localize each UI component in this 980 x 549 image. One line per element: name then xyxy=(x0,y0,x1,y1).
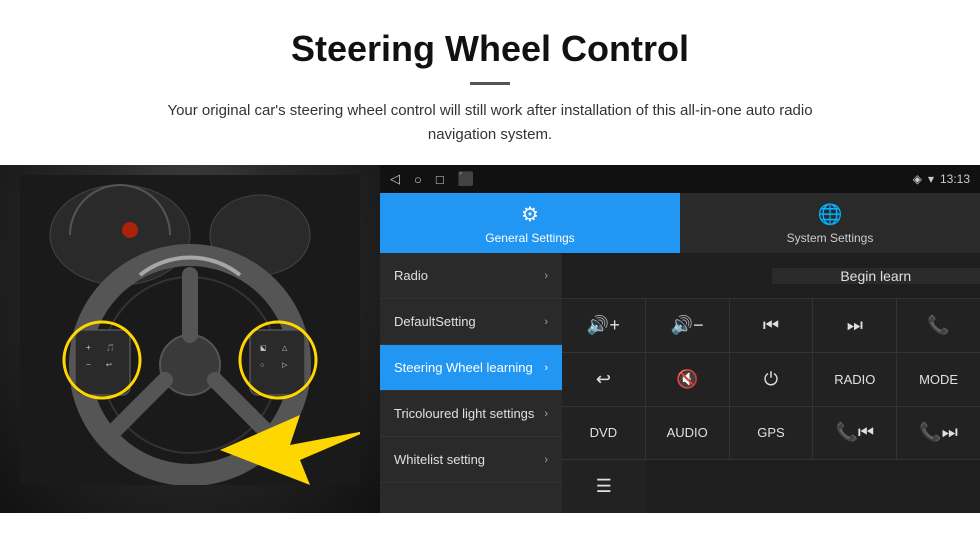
phone-next-icon: 📞⏭ xyxy=(919,422,958,443)
page-header: Steering Wheel Control Your original car… xyxy=(0,0,980,165)
recents-icon: □ xyxy=(436,172,444,187)
phone-next-button[interactable]: 📞⏭ xyxy=(897,407,980,460)
audio-label: AUDIO xyxy=(667,425,708,440)
prev-track-icon: ⏮ xyxy=(763,315,779,336)
menu-item-radio[interactable]: Radio › xyxy=(380,253,562,299)
power-button[interactable]: ⏻ xyxy=(730,353,814,406)
header-divider xyxy=(470,82,510,85)
radio-label: RADIO xyxy=(834,372,875,387)
ctrl-row-1: 🔊+ 🔊− ⏮ ⏭ 📞 xyxy=(562,299,980,353)
back-icon: ◁ xyxy=(390,171,400,187)
content-area: Radio › DefaultSetting › Steering Wheel … xyxy=(380,253,980,513)
header-subtitle: Your original car's steering wheel contr… xyxy=(150,99,830,147)
begin-learn-label: Begin learn xyxy=(840,268,911,284)
ctrl-row-4: ☰ xyxy=(562,460,980,513)
dvd-label: DVD xyxy=(590,425,617,440)
mode-button[interactable]: MODE xyxy=(897,353,980,406)
page-title: Steering Wheel Control xyxy=(40,28,940,70)
svg-text:−: − xyxy=(86,360,91,369)
phone-icon: 📞 xyxy=(927,315,949,336)
ctrl-row-2: ↩ 🔇 ⏻ RADIO MODE xyxy=(562,353,980,407)
tab-general-label: General Settings xyxy=(485,231,574,245)
radio-button[interactable]: RADIO xyxy=(813,353,897,406)
main-content: + 🎵 − ↩ ⬕ △ ○ ▷ xyxy=(0,165,980,513)
menu-item-whitelist[interactable]: Whitelist setting › xyxy=(380,437,562,483)
menu-item-radio-label: Radio xyxy=(394,268,544,283)
list-button[interactable]: ☰ xyxy=(562,460,646,513)
list-icon: ☰ xyxy=(596,476,612,497)
status-bar-left: ◁ ○ □ ⬛ xyxy=(390,171,474,187)
vol-up-icon: 🔊+ xyxy=(587,315,620,336)
svg-text:▷: ▷ xyxy=(282,362,288,369)
empty-row-4 xyxy=(646,460,980,513)
mode-label: MODE xyxy=(919,372,958,387)
chevron-icon: › xyxy=(544,270,548,282)
ctrl-row-3: DVD AUDIO GPS 📞⏮ 📞⏭ xyxy=(562,407,980,461)
general-settings-icon: ⚙ xyxy=(521,202,539,227)
home-icon: ○ xyxy=(414,172,422,187)
mute-button[interactable]: 🔇 xyxy=(646,353,730,406)
steering-wheel-image: + 🎵 − ↩ ⬕ △ ○ ▷ xyxy=(0,165,380,513)
vol-down-button[interactable]: 🔊− xyxy=(646,299,730,352)
menu-item-default-setting[interactable]: DefaultSetting › xyxy=(380,299,562,345)
menu-item-default-label: DefaultSetting xyxy=(394,314,544,329)
status-bar-right: ◈ ▾ 13:13 xyxy=(913,172,970,186)
mute-icon: 🔇 xyxy=(676,369,698,390)
menu-item-tricoloured[interactable]: Tricoloured light settings › xyxy=(380,391,562,437)
svg-text:+: + xyxy=(86,343,91,352)
chevron-icon: › xyxy=(544,408,548,420)
steering-wheel-svg: + 🎵 − ↩ ⬕ △ ○ ▷ xyxy=(20,175,360,485)
vol-up-button[interactable]: 🔊+ xyxy=(562,299,646,352)
phone-button[interactable]: 📞 xyxy=(897,299,980,352)
vol-down-icon: 🔊− xyxy=(671,315,704,336)
tab-system-label: System Settings xyxy=(787,231,874,245)
tab-system-settings[interactable]: 🌐 System Settings xyxy=(680,193,980,253)
power-icon: ⏻ xyxy=(764,369,778,390)
hangup-button[interactable]: ↩ xyxy=(562,353,646,406)
chevron-icon: › xyxy=(544,454,548,466)
audio-button[interactable]: AUDIO xyxy=(646,407,730,460)
tab-bar: ⚙ General Settings 🌐 System Settings xyxy=(380,193,980,253)
right-control-panel: Begin learn 🔊+ 🔊− ⏮ xyxy=(562,253,980,513)
gps-icon: ◈ xyxy=(913,172,922,186)
steering-bg: + 🎵 − ↩ ⬕ △ ○ ▷ xyxy=(0,165,380,513)
svg-text:△: △ xyxy=(282,345,288,352)
signal-icon: ▾ xyxy=(928,172,934,186)
menu-item-steering-wheel[interactable]: Steering Wheel learning › xyxy=(380,345,562,391)
chevron-icon: › xyxy=(544,362,548,374)
screenshot-icon: ⬛ xyxy=(458,171,474,187)
begin-learn-row: Begin learn xyxy=(562,253,980,299)
gps-button[interactable]: GPS xyxy=(730,407,814,460)
svg-text:○: ○ xyxy=(260,362,264,369)
left-menu: Radio › DefaultSetting › Steering Wheel … xyxy=(380,253,562,513)
gps-label: GPS xyxy=(757,425,784,440)
hangup-icon: ↩ xyxy=(596,369,611,390)
system-settings-icon: 🌐 xyxy=(818,202,843,227)
controls-grid: 🔊+ 🔊− ⏮ ⏭ 📞 xyxy=(562,299,980,513)
dvd-button[interactable]: DVD xyxy=(562,407,646,460)
prev-track-button[interactable]: ⏮ xyxy=(730,299,814,352)
svg-text:🎵: 🎵 xyxy=(106,343,115,352)
next-track-icon: ⏭ xyxy=(847,315,863,336)
menu-item-steering-label: Steering Wheel learning xyxy=(394,360,544,375)
phone-prev-button[interactable]: 📞⏮ xyxy=(813,407,897,460)
phone-prev-icon: 📞⏮ xyxy=(835,422,874,443)
chevron-icon: › xyxy=(544,316,548,328)
svg-text:⬕: ⬕ xyxy=(260,345,267,352)
android-panel: ◁ ○ □ ⬛ ◈ ▾ 13:13 ⚙ General Settings 🌐 S… xyxy=(380,165,980,513)
menu-item-tricoloured-label: Tricoloured light settings xyxy=(394,406,544,421)
menu-item-whitelist-label: Whitelist setting xyxy=(394,452,544,467)
svg-text:↩: ↩ xyxy=(106,362,112,369)
begin-learn-button[interactable]: Begin learn xyxy=(772,268,980,284)
status-bar: ◁ ○ □ ⬛ ◈ ▾ 13:13 xyxy=(380,165,980,193)
clock: 13:13 xyxy=(940,172,970,186)
next-track-button[interactable]: ⏭ xyxy=(813,299,897,352)
tab-general-settings[interactable]: ⚙ General Settings xyxy=(380,193,680,253)
